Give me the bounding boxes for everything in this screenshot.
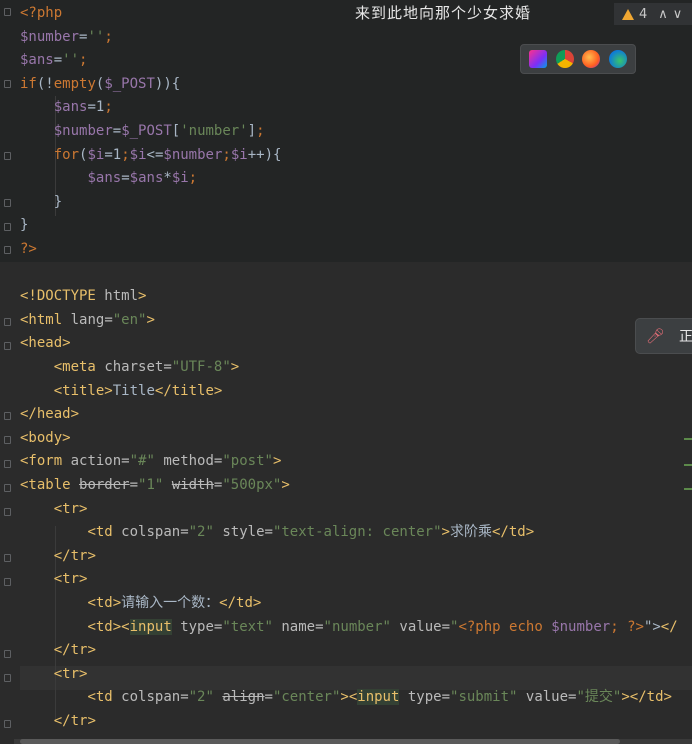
- warning-count: 4: [639, 6, 648, 22]
- code-line[interactable]: <td><input type="text" name="number" val…: [20, 615, 678, 639]
- code-line[interactable]: <tr>: [20, 497, 88, 521]
- fold-icon[interactable]: [4, 223, 11, 231]
- code-line[interactable]: $ans=$ans*$i;: [20, 166, 198, 190]
- code-line[interactable]: }: [20, 190, 62, 214]
- change-marker: [684, 464, 692, 466]
- php-end-background: [0, 238, 692, 262]
- code-line[interactable]: <html lang="en">: [20, 308, 155, 332]
- code-line[interactable]: $ans='';: [20, 48, 87, 72]
- fold-icon[interactable]: [4, 152, 11, 160]
- fold-icon[interactable]: [4, 436, 11, 444]
- code-line[interactable]: </tr>: [20, 638, 96, 662]
- code-line[interactable]: ?>: [20, 237, 37, 261]
- code-line[interactable]: <form action="#" method="post">: [20, 449, 281, 473]
- fold-icon[interactable]: [4, 720, 11, 728]
- code-line[interactable]: <td colspan="2" align="center"><input ty…: [20, 685, 672, 709]
- warning-icon: [622, 8, 634, 20]
- code-line[interactable]: <td colspan="2" style="text-align: cente…: [20, 520, 534, 544]
- fold-icon[interactable]: [4, 578, 11, 586]
- code-line[interactable]: <title>Title</title>: [20, 379, 223, 403]
- code-line[interactable]: <head>: [20, 331, 71, 355]
- chevron-down-icon[interactable]: ∨: [673, 7, 683, 22]
- code-line[interactable]: <?php: [20, 1, 62, 25]
- code-line[interactable]: }: [20, 213, 28, 237]
- code-line[interactable]: <!DOCTYPE html>: [20, 284, 146, 308]
- fold-icon[interactable]: [4, 508, 11, 516]
- code-line[interactable]: <tr>: [20, 662, 88, 686]
- chevron-up-icon[interactable]: ∧: [658, 7, 668, 22]
- fold-icon[interactable]: [4, 246, 11, 254]
- window-title: 来到此地向那个少女求婚: [355, 4, 532, 22]
- fold-icon[interactable]: [4, 554, 11, 562]
- code-line[interactable]: <table border="1" width="500px">: [20, 473, 290, 497]
- edge-icon[interactable]: [608, 50, 627, 68]
- floating-tool-panel[interactable]: 🎤︎ 正: [635, 318, 692, 354]
- panel-text: 正: [679, 329, 692, 345]
- fold-icon[interactable]: [4, 342, 11, 350]
- change-marker: [684, 438, 692, 440]
- fold-icon[interactable]: [4, 199, 11, 207]
- microphone-icon[interactable]: 🎤︎: [646, 327, 665, 345]
- horizontal-scrollbar-thumb[interactable]: [20, 739, 620, 744]
- code-line[interactable]: $ans=1;: [20, 95, 113, 119]
- change-marker: [684, 488, 692, 490]
- fold-icon[interactable]: [4, 460, 11, 468]
- code-line[interactable]: for($i=1;$i<=$number;$i++){: [20, 143, 282, 167]
- code-editor[interactable]: <?php $number=''; $ans=''; if(!empty($_POST…: [0, 0, 692, 744]
- fold-icon[interactable]: [4, 674, 11, 682]
- code-line[interactable]: </tr>: [20, 544, 96, 568]
- firefox-icon[interactable]: [582, 50, 601, 68]
- chrome-icon[interactable]: [555, 50, 574, 68]
- code-line[interactable]: <tr>: [20, 567, 88, 591]
- fold-icon[interactable]: [4, 484, 11, 492]
- fold-icon[interactable]: [4, 412, 11, 420]
- fold-icon[interactable]: [4, 650, 11, 658]
- fold-icon[interactable]: [4, 318, 11, 326]
- fold-icon[interactable]: [4, 80, 11, 88]
- phpstorm-icon[interactable]: [529, 50, 548, 68]
- code-line[interactable]: <meta charset="UTF-8">: [20, 355, 240, 379]
- code-line[interactable]: </head>: [20, 402, 79, 426]
- code-line[interactable]: $number='';: [20, 25, 113, 49]
- browser-preview-bar: [520, 44, 636, 74]
- code-line[interactable]: if(!empty($_POST)){: [20, 72, 180, 96]
- code-line[interactable]: $number=$_POST['number'];: [20, 119, 265, 143]
- code-line[interactable]: <body>: [20, 426, 71, 450]
- inspection-widget[interactable]: 4 ∧ ∨: [614, 3, 692, 25]
- code-line[interactable]: <td>请输入一个数：</td>: [20, 591, 261, 615]
- code-line[interactable]: </tr>: [20, 709, 96, 733]
- fold-icon[interactable]: [4, 8, 11, 16]
- editor-gutter[interactable]: [0, 0, 14, 744]
